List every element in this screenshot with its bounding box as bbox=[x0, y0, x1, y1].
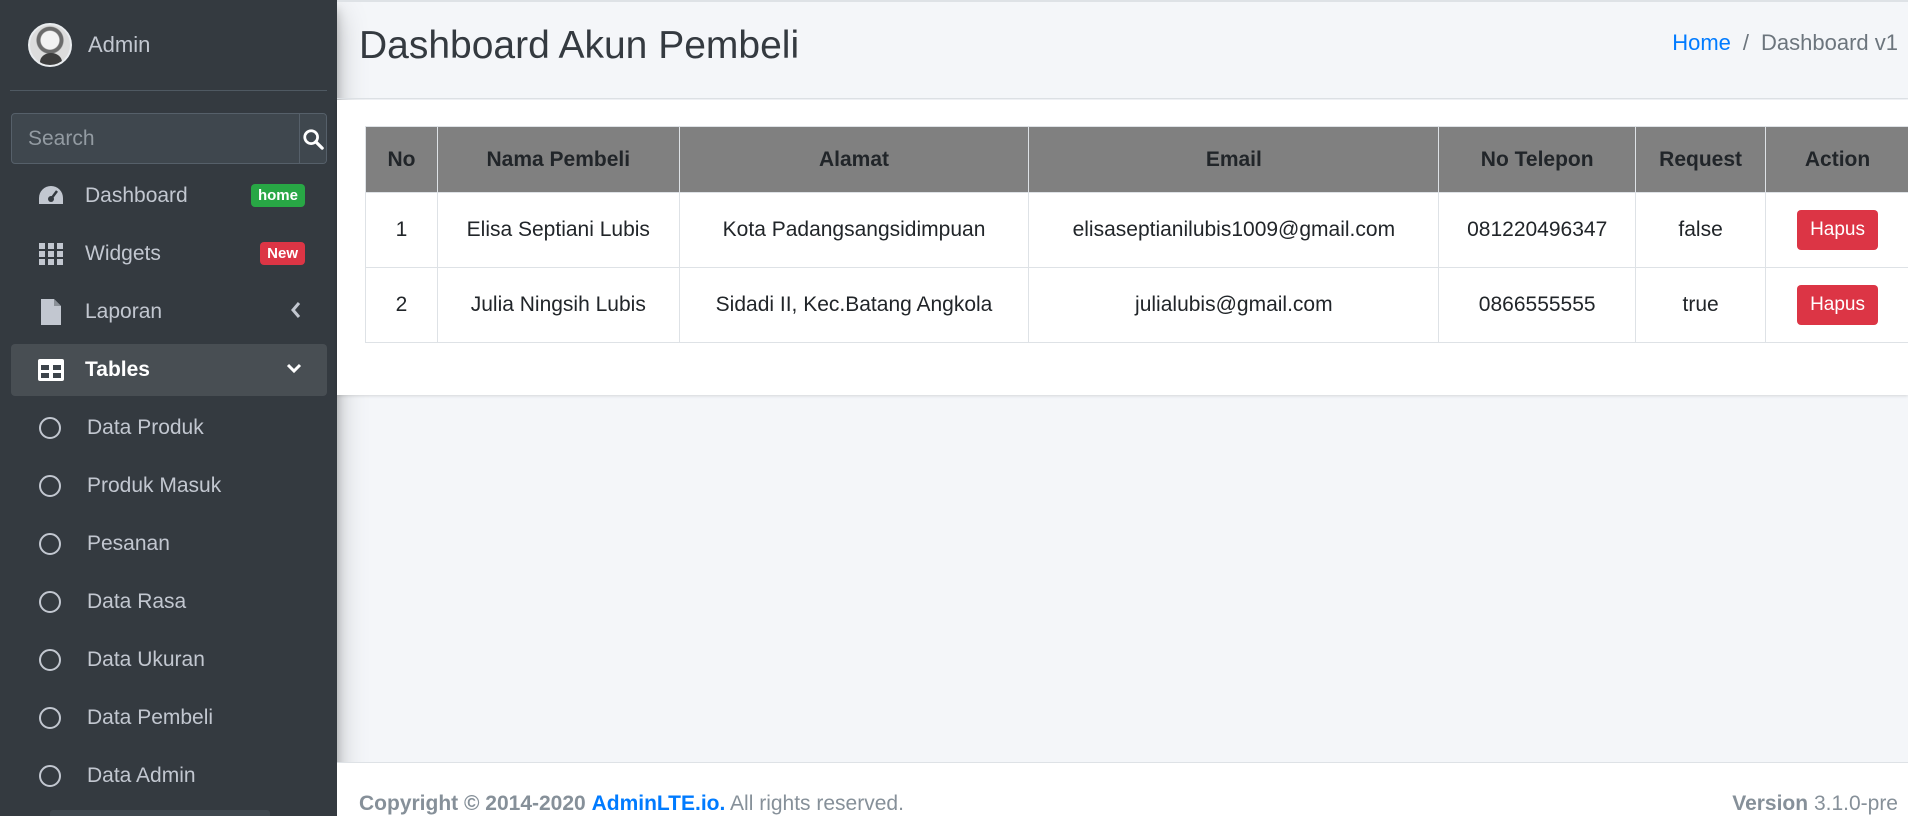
page-title: Dashboard Akun Pembeli bbox=[359, 24, 800, 67]
cell-email: julialubis@gmail.com bbox=[1028, 267, 1440, 343]
cell-telepon: 081220496347 bbox=[1438, 192, 1637, 268]
avatar[interactable] bbox=[28, 23, 72, 67]
circle-icon bbox=[39, 533, 61, 555]
breadcrumb-separator: / bbox=[1742, 30, 1750, 55]
cell-action: Hapus bbox=[1765, 267, 1908, 343]
circle-icon bbox=[39, 417, 61, 439]
rights-text: All rights reserved. bbox=[730, 792, 904, 815]
footer-version: Version 3.1.0-pre bbox=[1732, 792, 1898, 816]
sidebar-item-label: Widgets bbox=[85, 242, 161, 265]
sidebar-item-widgets[interactable]: Widgets New bbox=[11, 228, 327, 280]
version-number: 3.1.0-pre bbox=[1813, 792, 1898, 815]
sidebar-subitem-data-ukuran[interactable]: Data Ukuran bbox=[11, 634, 327, 686]
version-label: Version bbox=[1732, 792, 1809, 815]
sidebar-item-label: Data Admin bbox=[87, 764, 196, 787]
column-header-telepon: No Telepon bbox=[1438, 126, 1637, 193]
adminlte-link[interactable]: AdminLTE.io. bbox=[592, 792, 726, 815]
cell-email: elisaseptianilubis1009@gmail.com bbox=[1028, 192, 1440, 268]
grid-icon bbox=[37, 240, 65, 268]
column-header-action: Action bbox=[1765, 126, 1908, 193]
sidebar-subitem-data-rasa[interactable]: Data Rasa bbox=[11, 576, 327, 628]
breadcrumb-current: Dashboard v1 bbox=[1761, 30, 1898, 55]
chevron-left-icon[interactable] bbox=[289, 300, 303, 326]
cell-no: 2 bbox=[365, 267, 438, 343]
new-badge: New bbox=[260, 242, 305, 265]
sidebar-subitem-produk-masuk[interactable]: Produk Masuk bbox=[11, 460, 327, 512]
sidebar-item-label: Laporan bbox=[85, 300, 163, 323]
circle-icon bbox=[39, 707, 61, 729]
circle-icon bbox=[39, 765, 61, 787]
breadcrumb: Home / Dashboard v1 bbox=[1672, 30, 1898, 56]
search-input[interactable] bbox=[12, 114, 299, 163]
sidebar-subitem-data-pembeli[interactable]: Data Pembeli bbox=[11, 692, 327, 744]
buyer-table: No Nama Pembeli Alamat Email No Telepon … bbox=[365, 126, 1908, 343]
sidebar: Admin Dashboard home Widgets New Laporan bbox=[0, 0, 337, 816]
circle-icon bbox=[39, 591, 61, 613]
search-button[interactable] bbox=[299, 114, 326, 163]
sidebar-item-label: Data Rasa bbox=[87, 590, 187, 613]
sidebar-search bbox=[11, 113, 327, 164]
sidebar-item-label: Tables bbox=[85, 358, 150, 381]
cell-telepon: 0866555555 bbox=[1438, 267, 1637, 343]
sidebar-item-tables[interactable]: Tables bbox=[11, 344, 327, 396]
copyright-text: Copyright © 2014-2020 bbox=[359, 792, 586, 815]
cell-nama: Julia Ningsih Lubis bbox=[436, 267, 680, 343]
hapus-button[interactable]: Hapus bbox=[1797, 210, 1878, 250]
file-icon bbox=[37, 298, 65, 326]
sidebar-subitem-data-produk[interactable]: Data Produk bbox=[11, 402, 327, 454]
table-row: 2 Julia Ningsih Lubis Sidadi II, Kec.Bat… bbox=[365, 267, 1908, 343]
user-panel[interactable]: Admin bbox=[10, 0, 327, 91]
content-header: Dashboard Akun Pembeli Home / Dashboard v1 bbox=[337, 0, 1908, 99]
circle-icon bbox=[39, 475, 61, 497]
chevron-down-icon[interactable] bbox=[285, 358, 303, 384]
home-badge: home bbox=[250, 184, 305, 207]
cell-alamat: Sidadi II, Kec.Batang Angkola bbox=[678, 267, 1030, 343]
search-icon bbox=[303, 128, 324, 150]
table-row: 1 Elisa Septiani Lubis Kota Padangsangsi… bbox=[365, 192, 1908, 268]
sidebar-item-label: Data Pembeli bbox=[87, 706, 214, 729]
column-header-request: Request bbox=[1635, 126, 1767, 193]
column-header-email: Email bbox=[1028, 126, 1440, 193]
footer: Copyright © 2014-2020 AdminLTE.io. All r… bbox=[337, 762, 1908, 816]
column-header-nama: Nama Pembeli bbox=[436, 126, 680, 193]
circle-icon bbox=[39, 649, 61, 671]
tachometer-icon bbox=[37, 182, 65, 210]
sidebar-scrollbar[interactable] bbox=[50, 810, 270, 816]
cell-nama: Elisa Septiani Lubis bbox=[436, 192, 680, 268]
cell-request: true bbox=[1635, 267, 1767, 343]
sidebar-item-laporan[interactable]: Laporan bbox=[11, 286, 327, 338]
sidebar-item-label: Pesanan bbox=[87, 532, 170, 555]
cell-no: 1 bbox=[365, 192, 438, 268]
cell-action: Hapus bbox=[1765, 192, 1908, 268]
sidebar-item-label: Produk Masuk bbox=[87, 474, 222, 497]
sidebar-item-label: Data Produk bbox=[87, 416, 204, 439]
hapus-button[interactable]: Hapus bbox=[1797, 285, 1878, 325]
sidebar-nav: Dashboard home Widgets New Laporan Table… bbox=[0, 170, 337, 802]
table-icon bbox=[37, 356, 65, 384]
table-header-row: No Nama Pembeli Alamat Email No Telepon … bbox=[365, 126, 1908, 193]
buyer-table-card: No Nama Pembeli Alamat Email No Telepon … bbox=[337, 100, 1908, 395]
user-name[interactable]: Admin bbox=[88, 32, 150, 58]
sidebar-subitem-data-admin[interactable]: Data Admin bbox=[11, 750, 327, 802]
sidebar-item-label: Dashboard bbox=[85, 184, 188, 207]
sidebar-item-label: Data Ukuran bbox=[87, 648, 205, 671]
column-header-alamat: Alamat bbox=[678, 126, 1030, 193]
sidebar-subitem-pesanan[interactable]: Pesanan bbox=[11, 518, 327, 570]
cell-request: false bbox=[1635, 192, 1767, 268]
sidebar-item-dashboard[interactable]: Dashboard home bbox=[11, 170, 327, 222]
column-header-no: No bbox=[365, 126, 438, 193]
cell-alamat: Kota Padangsangsidimpuan bbox=[678, 192, 1030, 268]
breadcrumb-home-link[interactable]: Home bbox=[1672, 30, 1731, 55]
footer-copyright: Copyright © 2014-2020 AdminLTE.io. All r… bbox=[359, 792, 904, 816]
